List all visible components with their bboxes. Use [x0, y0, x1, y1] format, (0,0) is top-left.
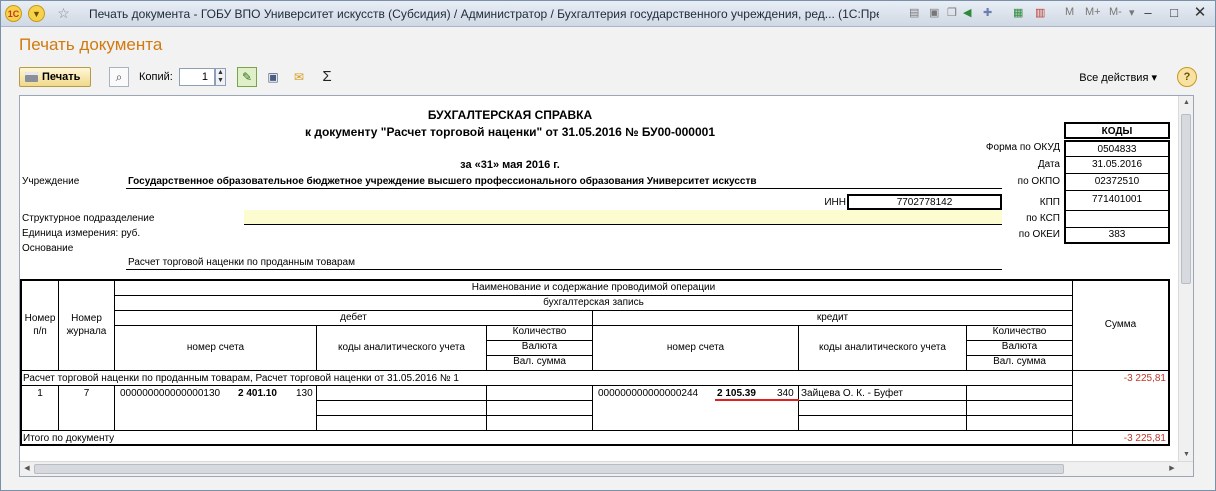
credit-analytic: Зайцева О. К. - Буфет [801, 388, 903, 399]
print-button[interactable]: Печать [19, 67, 91, 87]
help-icon[interactable]: ? [1177, 67, 1197, 87]
inn-value: 7702778142 [847, 194, 1002, 210]
codes-label: по ОКЕИ [1018, 229, 1060, 240]
credit-kfo: 340 [777, 388, 794, 399]
app-window: 1С ▼ ☆ Печать документа - ГОБУ ВПО Униве… [0, 0, 1216, 491]
window-title: Печать документа - ГОБУ ВПО Университет … [89, 7, 879, 21]
main-menu-icon[interactable]: ▼ [28, 5, 45, 22]
group-sum: -3 225,81 [1123, 373, 1166, 384]
copy-icon[interactable]: ❐ [947, 6, 957, 19]
all-actions-button[interactable]: Все действия ▾ [1079, 71, 1157, 84]
entry-header: бухгалтерская запись [543, 297, 644, 308]
copies-stepper[interactable]: ▲ ▼ [215, 68, 226, 86]
scroll-right-icon[interactable]: ▶ [1165, 462, 1179, 476]
maximize-button[interactable]: □ [1163, 4, 1185, 23]
minimize-button[interactable]: – [1137, 4, 1159, 23]
division-field[interactable] [244, 210, 1002, 225]
code-okpo: 02372510 [1064, 174, 1170, 191]
debit-account: 000000000000000130 [120, 388, 221, 399]
codes-label: Форма по ОКУД [985, 142, 1060, 153]
basis-value: Расчет торговой наценки по проданным тов… [128, 257, 355, 268]
debit-amount: 2 401.10 [238, 388, 277, 399]
code-ksp [1064, 211, 1170, 228]
division-label: Структурное подразделение [22, 213, 155, 224]
credit-header: кредит [816, 312, 849, 323]
group-label: Расчет торговой наценки по проданным тов… [23, 373, 459, 384]
print-icon[interactable]: ▤ [909, 6, 919, 19]
code-kpp: 771401001 [1064, 191, 1170, 211]
preview-icon[interactable]: ⌕ [109, 67, 129, 87]
scroll-up-icon[interactable]: ▲ [1179, 96, 1193, 110]
credit-analytic-header: коды аналитического учета [819, 342, 946, 353]
row-journal: 7 [83, 388, 90, 399]
title-bar: 1С ▼ ☆ Печать документа - ГОБУ ВПО Униве… [1, 1, 1215, 27]
doc-heading: БУХГАЛТЕРСКАЯ СПРАВКА [427, 108, 593, 122]
chevron-down-icon[interactable]: ▾ [1129, 6, 1135, 19]
debit-header: дебет [340, 312, 367, 323]
sum-header: Сумма [1104, 319, 1137, 330]
doc-date-line: за «31» мая 2016 г. [460, 159, 560, 171]
favorites-icon[interactable]: ✚ [983, 6, 992, 19]
horizontal-scrollbar[interactable]: ◀ ▶ [20, 461, 1193, 476]
vertical-scroll-thumb[interactable] [1181, 114, 1191, 284]
codes-label: Дата [1037, 159, 1060, 170]
op-header: Наименование и содержание проводимой опе… [471, 282, 716, 293]
memory-button[interactable]: M [1065, 6, 1074, 18]
code-okud: 0504833 [1064, 140, 1170, 157]
vertical-scrollbar[interactable]: ▲ ▼ [1178, 96, 1193, 462]
debit-analytic-header: коды аналитического учета [338, 342, 465, 353]
star-icon[interactable]: ☆ [55, 5, 72, 22]
basis-label: Основание [22, 243, 74, 254]
calculator-icon[interactable]: ▦ [1013, 6, 1023, 19]
inn-label: ИНН [824, 197, 846, 208]
code-date: 31.05.2016 [1064, 157, 1170, 174]
institution-label: Учреждение [22, 176, 80, 187]
codes-label: по ОКПО [1017, 176, 1060, 187]
row-number: 1 [37, 388, 43, 399]
calendar-icon[interactable]: ▥ [1035, 6, 1045, 19]
credit-cursum-header: Вал. сумма [993, 356, 1046, 367]
credit-quantity-header: Количество [992, 326, 1047, 337]
credit-currency-header: Валюта [1001, 341, 1038, 352]
debit-currency-header: Валюта [521, 341, 558, 352]
close-button[interactable]: ✕ [1189, 4, 1211, 23]
unit-label: Единица измерения: руб. [22, 228, 141, 239]
1c-logo-icon[interactable]: 1С [5, 5, 22, 22]
code-okei: 383 [1064, 228, 1170, 244]
debit-quantity-header: Количество [512, 326, 567, 337]
debit-kfo: 130 [296, 388, 313, 399]
total-label: Итого по документу [23, 433, 115, 444]
mail-icon[interactable]: ✉ [289, 67, 309, 87]
credit-account: 000000000000000244 [598, 388, 699, 399]
total-sum: -3 225,81 [1123, 433, 1166, 444]
codes-header: КОДЫ [1064, 122, 1170, 139]
debit-cursum-header: Вал. сумма [513, 356, 566, 367]
memory-add-button[interactable]: M+ [1085, 6, 1101, 18]
page-title: Печать документа [19, 35, 163, 54]
back-icon[interactable]: ◀ [963, 6, 971, 19]
copies-input[interactable]: 1 [179, 68, 215, 86]
col-journal: Номер журнала [66, 313, 107, 337]
edit-icon[interactable]: ✎ [237, 67, 257, 87]
spreadsheet-document[interactable]: БУХГАЛТЕРСКАЯ СПРАВКА к документу "Расче… [19, 95, 1194, 477]
doc-subheading: к документу "Расчет торговой наценки" от… [304, 125, 715, 139]
scroll-left-icon[interactable]: ◀ [20, 462, 34, 476]
sum-icon[interactable]: Σ [317, 67, 337, 87]
debit-account-header: номер счета [186, 342, 245, 353]
save-icon[interactable]: ▣ [929, 6, 939, 19]
col-number: Номер п/п [24, 313, 56, 337]
toolbar: Печать ⌕ Копий: 1 ▲ ▼ ✎ ▣ ✉ Σ Все действи… [19, 65, 1199, 89]
red-underline [715, 399, 799, 401]
save-icon[interactable]: ▣ [263, 67, 283, 87]
horizontal-scroll-thumb[interactable] [34, 464, 1064, 474]
copies-label: Копий: [139, 71, 173, 83]
memory-subtract-button[interactable]: M- [1109, 6, 1122, 18]
credit-amount: 2 105.39 [717, 388, 756, 399]
institution-value: Государственное образовательное бюджетно… [128, 176, 757, 187]
credit-account-header: номер счета [666, 342, 725, 353]
scroll-down-icon[interactable]: ▼ [1179, 448, 1193, 462]
